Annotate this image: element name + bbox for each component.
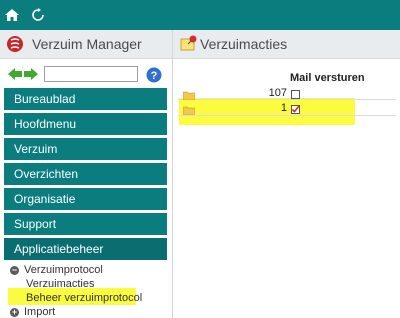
nav-item-overzichten[interactable]: Overzichten bbox=[4, 163, 167, 185]
folder-icon[interactable] bbox=[182, 104, 196, 116]
arrow-right-icon[interactable] bbox=[24, 68, 38, 80]
row-divider bbox=[178, 99, 396, 100]
submenu-item-verzuimprotocol[interactable]: − Verzuimprotocol bbox=[10, 264, 103, 276]
nav-item-organisatie[interactable]: Organisatie bbox=[4, 188, 167, 210]
help-icon[interactable]: ? bbox=[146, 67, 162, 83]
collapse-icon[interactable]: − bbox=[10, 265, 19, 275]
search-input[interactable] bbox=[44, 66, 138, 82]
nav-item-verzuim[interactable]: Verzuim bbox=[4, 138, 167, 160]
panel-divider bbox=[172, 30, 173, 318]
top-bar bbox=[0, 0, 400, 30]
submenu-label: Verzuimprotocol bbox=[24, 264, 103, 276]
mail-checkbox-icon[interactable] bbox=[291, 88, 300, 99]
submenu-item-beheer[interactable]: Beheer verzuimprotocol bbox=[26, 292, 142, 304]
nav-item-bureaublad[interactable]: Bureaublad bbox=[4, 88, 167, 110]
home-icon[interactable] bbox=[4, 7, 20, 23]
submenu-item-verzuimacties[interactable]: Verzuimacties bbox=[26, 278, 94, 290]
refresh-icon[interactable] bbox=[30, 7, 46, 23]
nav-item-support[interactable]: Support bbox=[4, 213, 167, 235]
submenu-label: Import bbox=[24, 306, 56, 318]
memo-pin-icon bbox=[180, 34, 198, 52]
arrow-left-icon[interactable] bbox=[8, 68, 22, 80]
app-logo-icon bbox=[6, 35, 24, 53]
column-header-mail: Mail versturen bbox=[290, 72, 365, 84]
folder-icon[interactable] bbox=[182, 89, 196, 101]
expand-icon[interactable]: + bbox=[10, 307, 19, 317]
nav-item-hoofdmenu[interactable]: Hoofdmenu bbox=[4, 113, 167, 135]
submenu-item-import[interactable]: + Import bbox=[10, 306, 55, 318]
nav-item-applicatiebeheer[interactable]: Applicatiebeheer bbox=[4, 238, 167, 260]
page-title: Verzuimacties bbox=[200, 36, 288, 52]
app-title: Verzuim Manager bbox=[32, 36, 142, 52]
mail-checkbox-icon[interactable] bbox=[291, 103, 300, 114]
row-divider bbox=[178, 115, 396, 116]
svg-text:?: ? bbox=[151, 70, 158, 82]
row-count: 107 bbox=[268, 87, 287, 99]
row-count: 1 bbox=[280, 102, 287, 114]
